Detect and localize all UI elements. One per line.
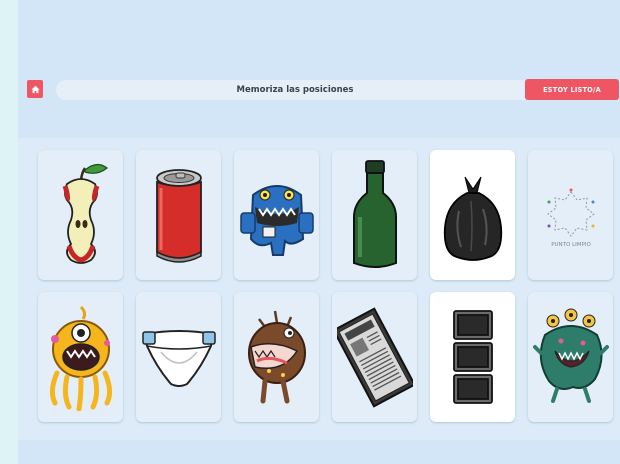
- newspaper-icon: [336, 307, 413, 408]
- green-bottle-icon: [352, 160, 397, 268]
- soda-can-icon: [155, 169, 202, 263]
- home-icon: [30, 85, 40, 93]
- game-screen: Memoriza las posiciones ESTOY LISTO/A PU…: [18, 0, 620, 464]
- instruction-title: Memoriza las posiciones: [56, 80, 534, 100]
- card-soda-can[interactable]: [136, 150, 221, 280]
- punto-limpio-logo-icon: PUNTO LIMPIO: [546, 188, 595, 248]
- card-trash-bag[interactable]: [430, 150, 515, 280]
- memory-board: PUNTO LIMPIO: [18, 138, 620, 440]
- home-button[interactable]: [27, 80, 43, 98]
- punto-limpio-label: PUNTO LIMPIO: [551, 242, 591, 248]
- diaper-icon: [141, 330, 216, 387]
- card-punto-limpio[interactable]: PUNTO LIMPIO: [528, 150, 613, 280]
- yellow-monster-icon: [49, 305, 112, 411]
- blue-monster-icon: [239, 185, 314, 256]
- green-monster-icon: [532, 308, 609, 403]
- card-apple-core[interactable]: [38, 150, 123, 280]
- card-diaper[interactable]: [136, 292, 221, 422]
- card-green-monster[interactable]: [528, 292, 613, 422]
- brown-monster-icon: [247, 310, 306, 404]
- top-bar: Memoriza las posiciones ESTOY LISTO/A: [18, 78, 620, 102]
- stacked-tvs-icon: [452, 310, 493, 404]
- ready-button[interactable]: ESTOY LISTO/A: [525, 79, 619, 100]
- card-yellow-monster[interactable]: [38, 292, 123, 422]
- trash-bag-icon: [443, 176, 502, 261]
- card-newspaper[interactable]: [332, 292, 417, 422]
- card-blue-monster[interactable]: [234, 150, 319, 280]
- card-green-bottle[interactable]: [332, 150, 417, 280]
- card-stacked-tvs[interactable]: [430, 292, 515, 422]
- apple-core-icon: [62, 163, 108, 264]
- card-brown-monster[interactable]: [234, 292, 319, 422]
